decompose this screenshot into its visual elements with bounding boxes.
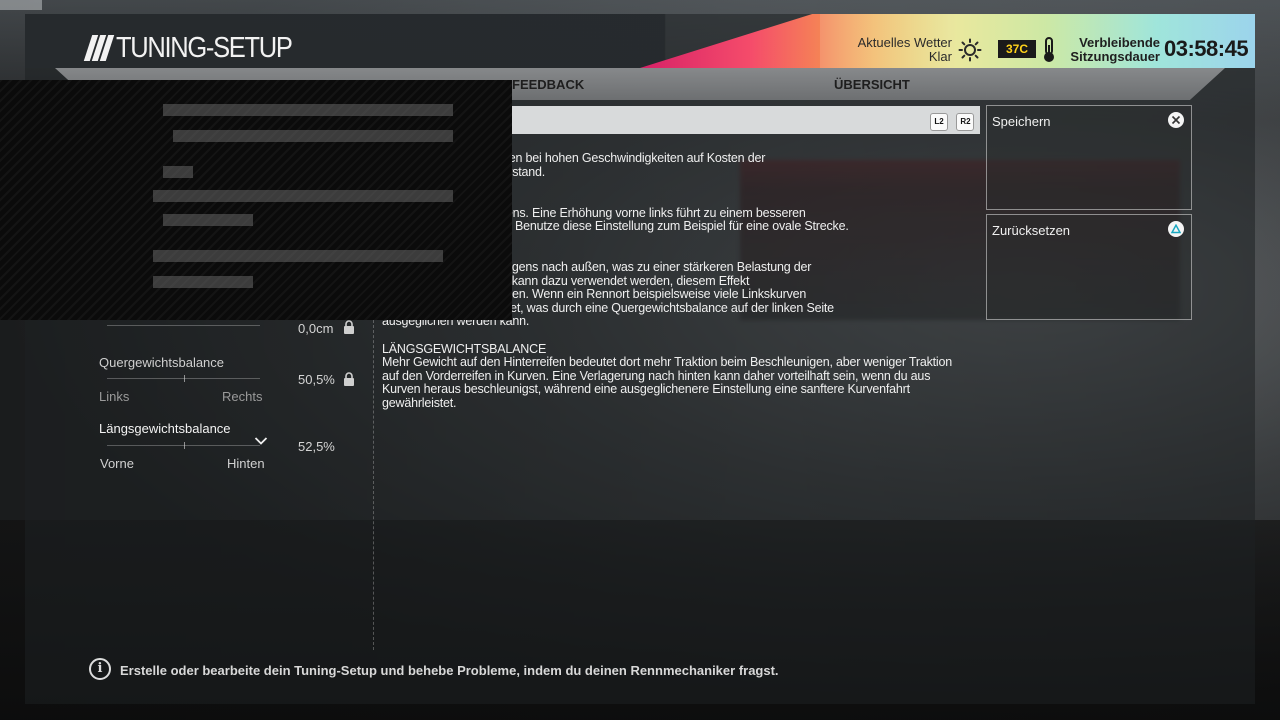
- reset-button[interactable]: Zurücksetzen: [986, 214, 1192, 320]
- session-timer: 03:58:45: [1164, 36, 1249, 61]
- session-label-line1: Verbleibende: [1079, 35, 1160, 50]
- description-line: gewährleistet.: [382, 395, 457, 410]
- logo-mark-icon: [83, 35, 115, 61]
- cross-button-icon: [1168, 112, 1184, 128]
- description-line: Kurven heraus beschleunigst, während ein…: [382, 382, 910, 396]
- range-min-label: Vorne: [100, 456, 134, 471]
- redacted-text: [153, 276, 253, 288]
- setting-value: 0,0cm: [298, 321, 334, 336]
- setting-label-longitudinal-balance[interactable]: Längsgewichtsbalance: [99, 421, 231, 436]
- slider-center-tick: [184, 442, 185, 449]
- lock-icon: [344, 372, 354, 386]
- tab-overview[interactable]: ÜBERSICHT: [834, 77, 910, 92]
- range-max-label: Rechts: [222, 389, 263, 404]
- session-label-line2: Sitzungsdauer: [1070, 49, 1160, 64]
- tab-feedback[interactable]: FEEDBACK: [512, 77, 584, 92]
- info-icon: i: [89, 658, 111, 680]
- footer-hint: Erstelle oder bearbeite dein Tuning-Setu…: [120, 663, 779, 678]
- description-heading: LÄNGSGEWICHTSBALANCE: [382, 341, 547, 356]
- session-remaining-label: Verbleibende Sitzungsdauer: [1062, 36, 1160, 64]
- slider-center-tick: [184, 375, 185, 382]
- setting-label-lateral-balance: Quergewichtsbalance: [99, 355, 225, 370]
- r2-button-icon[interactable]: R2: [956, 113, 975, 131]
- weather-value: Klar: [928, 49, 952, 64]
- redacted-text: [153, 190, 453, 202]
- l2-button-icon[interactable]: L2: [930, 113, 948, 131]
- redacted-text: [163, 166, 193, 178]
- save-button[interactable]: Speichern: [986, 105, 1192, 210]
- app-logo: TUNING-SETUP: [83, 31, 316, 64]
- redacted-text: [153, 250, 443, 262]
- sun-icon: [958, 38, 982, 62]
- range-max-label: Hinten: [227, 456, 265, 471]
- description-paragraph: LÄNGSGEWICHTSBALANCE Mehr Gewicht auf de…: [382, 341, 982, 411]
- thermometer-icon: [1044, 37, 1054, 62]
- description-line: Mehr Gewicht auf den Hinterreifen bedeut…: [382, 355, 952, 369]
- longitudinal-balance-value: 52,5%: [298, 439, 335, 454]
- save-label: Speichern: [992, 114, 1051, 129]
- weather-info: Aktuelles Wetter Klar: [850, 36, 952, 64]
- triangle-button-icon: [1168, 221, 1184, 237]
- lateral-balance-value: 50,5%: [298, 372, 335, 387]
- weather-label: Aktuelles Wetter: [857, 35, 952, 50]
- column-divider: [373, 320, 374, 650]
- redacted-text: [173, 130, 453, 142]
- description-line: auf den Vorderreifen in Kurven. Eine Ver…: [382, 368, 931, 383]
- temperature-badge: 37C: [998, 40, 1036, 58]
- page-title: TUNING-SETUP: [116, 31, 293, 64]
- redacted-text: [163, 104, 453, 116]
- reset-label: Zurücksetzen: [992, 223, 1071, 238]
- redacted-text: [163, 214, 253, 226]
- slider-track[interactable]: [107, 325, 260, 326]
- lock-icon: [344, 320, 354, 334]
- range-min-label: Links: [99, 389, 130, 404]
- shoulder-buttons: L2 R2: [930, 111, 978, 131]
- redacted-region: [0, 80, 512, 320]
